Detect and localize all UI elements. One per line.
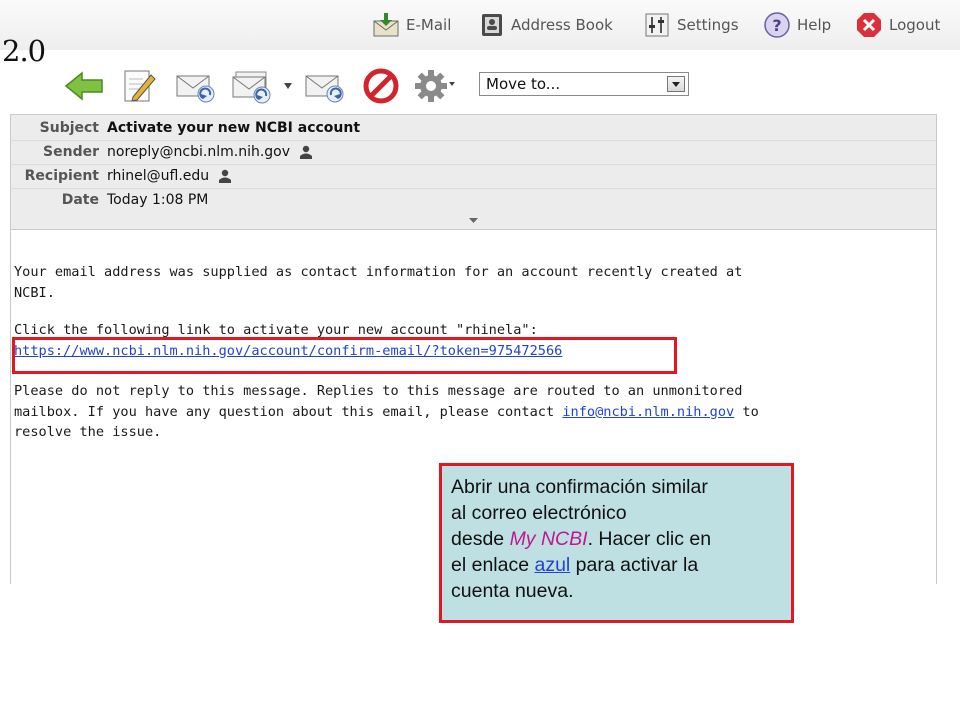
body-paragraph: Your email address was supplied as conta… bbox=[14, 262, 742, 303]
compose-button[interactable] bbox=[117, 64, 161, 108]
callout-highlight: My NCBI bbox=[509, 528, 588, 550]
nav-address-book[interactable]: Address Book bbox=[479, 10, 613, 40]
header-sender-row: Sender noreply@ncbi.nlm.nih.gov bbox=[11, 140, 936, 164]
move-to-value: Move to... bbox=[486, 75, 561, 93]
instruction-callout: Abrir una confirmación similar al correo… bbox=[439, 463, 794, 623]
body-line: mailbox. If you have any question about … bbox=[14, 403, 563, 420]
body-line: Your email address was supplied as conta… bbox=[14, 264, 743, 280]
svg-text:?: ? bbox=[772, 16, 781, 35]
header-label: Subject bbox=[39, 120, 99, 136]
gear-icon bbox=[415, 70, 455, 102]
move-to-select[interactable]: Move to... bbox=[479, 72, 689, 96]
help-icon: ? bbox=[764, 12, 790, 38]
nav-help-label: Help bbox=[797, 16, 832, 34]
message-subject: Activate your new NCBI account bbox=[107, 120, 361, 136]
reply-all-button[interactable] bbox=[230, 64, 274, 108]
compose-icon bbox=[124, 70, 156, 102]
user-icon[interactable] bbox=[300, 145, 313, 159]
header-recipient-row: Recipient rhinel@ufl.edu bbox=[11, 164, 936, 188]
logout-icon bbox=[857, 13, 881, 37]
header-label: Recipient bbox=[24, 168, 99, 184]
callout-text: para activar la bbox=[570, 554, 699, 576]
back-arrow-icon bbox=[64, 71, 103, 101]
message-date: Today 1:08 PM bbox=[107, 192, 209, 208]
body-line: Please do not reply to this message. Rep… bbox=[14, 383, 743, 399]
delete-icon bbox=[363, 68, 399, 104]
callout-text: desde bbox=[451, 528, 510, 550]
header-label: Sender bbox=[43, 144, 99, 160]
nav-email-label: E-Mail bbox=[406, 16, 452, 34]
forward-button[interactable] bbox=[303, 64, 347, 108]
nav-address-book-label: Address Book bbox=[511, 16, 613, 34]
body-line: to bbox=[734, 403, 759, 420]
reply-button[interactable] bbox=[174, 64, 218, 108]
address-book-icon bbox=[482, 14, 502, 36]
message-recipient: rhinel@ufl.edu bbox=[107, 168, 210, 184]
chevron-down-icon bbox=[284, 83, 292, 89]
nav-logout[interactable]: Logout bbox=[855, 10, 940, 40]
callout-text: . Hacer clic en bbox=[587, 528, 712, 550]
chevron-down-icon[interactable] bbox=[667, 76, 685, 92]
reply-icon bbox=[176, 75, 215, 103]
app-version: 2.0 bbox=[2, 34, 46, 68]
email-icon bbox=[373, 13, 399, 37]
delete-button[interactable] bbox=[359, 64, 403, 108]
body-paragraph: Please do not reply to this message. Rep… bbox=[14, 381, 759, 443]
settings-icon bbox=[645, 13, 669, 37]
nav-email[interactable]: E-Mail bbox=[372, 10, 451, 40]
body-line: Click the following link to activate you… bbox=[14, 322, 538, 338]
user-icon[interactable] bbox=[219, 169, 232, 183]
message-headers: Subject Activate your new NCBI account S… bbox=[11, 115, 936, 230]
callout-line: cuenta nueva. bbox=[451, 580, 574, 602]
message-sender: noreply@ncbi.nlm.nih.gov bbox=[107, 144, 291, 160]
forward-icon bbox=[305, 75, 344, 103]
reply-all-icon bbox=[232, 71, 271, 104]
nav-help[interactable]: ? Help bbox=[763, 10, 831, 40]
chevron-down-icon bbox=[469, 217, 478, 223]
back-button[interactable] bbox=[62, 64, 106, 108]
reply-options-dropdown[interactable] bbox=[278, 64, 298, 108]
body-line: NCBI. bbox=[14, 284, 55, 301]
link-highlight-box bbox=[12, 337, 677, 374]
nav-settings-label: Settings bbox=[677, 16, 739, 34]
nav-logout-label: Logout bbox=[889, 16, 941, 34]
callout-link-word: azul bbox=[534, 554, 571, 576]
more-actions-button[interactable] bbox=[413, 64, 457, 108]
header-label: Date bbox=[61, 192, 99, 208]
callout-line: Abrir una confirmación similar bbox=[451, 476, 708, 498]
body-line: resolve the issue. bbox=[14, 424, 162, 440]
header-date-row: Date Today 1:08 PM bbox=[11, 188, 936, 212]
callout-line: al correo electrónico bbox=[451, 502, 627, 524]
nav-settings[interactable]: Settings bbox=[643, 10, 739, 40]
header-subject-row: Subject Activate your new NCBI account bbox=[11, 116, 936, 140]
top-nav-bar: E-Mail Address Book Settings ? Help Logo… bbox=[0, 0, 960, 50]
expand-headers-toggle[interactable] bbox=[11, 211, 936, 229]
callout-text: el enlace bbox=[451, 554, 535, 576]
contact-email-link[interactable]: info@ncbi.nlm.nih.gov bbox=[562, 404, 734, 420]
